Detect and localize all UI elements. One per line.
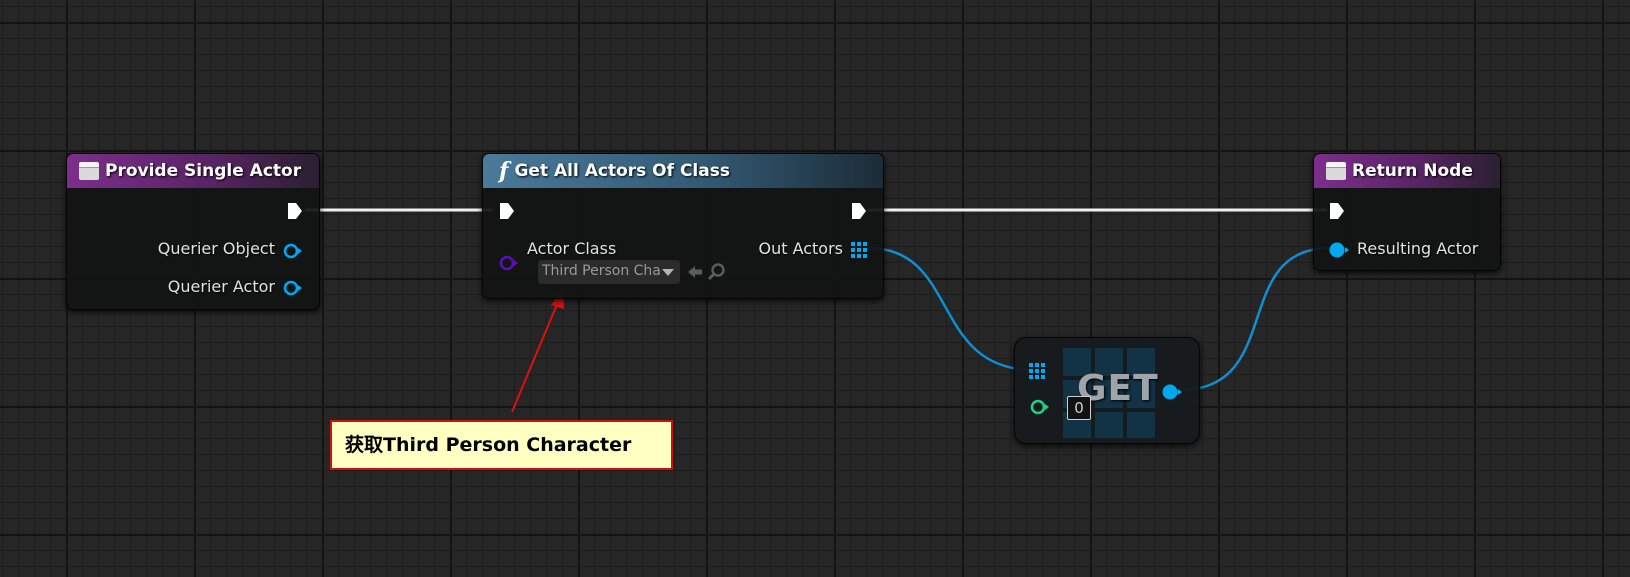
exec-out-pin[interactable] xyxy=(851,202,867,220)
object-wire[interactable] xyxy=(1179,246,1331,392)
querier-object-label: Querier Object xyxy=(157,239,275,258)
get-array-node[interactable]: GET 0 xyxy=(1014,337,1200,444)
querier-actor-pin[interactable] xyxy=(282,279,304,297)
index-input[interactable]: 0 xyxy=(1067,396,1091,420)
annotation-callout: 获取Third Person Character xyxy=(330,420,673,470)
node-header[interactable]: f Get All Actors Of Class xyxy=(483,154,883,188)
browse-search-icon[interactable] xyxy=(707,262,727,282)
provide-single-actor-node[interactable]: Provide Single Actor Querier Object Quer… xyxy=(66,153,320,310)
return-node[interactable]: Return Node Resulting Actor xyxy=(1313,153,1501,271)
out-actors-label: Out Actors xyxy=(758,239,843,258)
resulting-actor-pin[interactable] xyxy=(1328,240,1350,260)
querier-object-pin[interactable] xyxy=(282,242,304,260)
event-icon xyxy=(79,162,99,180)
node-title: Get All Actors Of Class xyxy=(514,161,730,181)
use-selected-arrow-icon[interactable] xyxy=(686,263,704,281)
exec-in-pin[interactable] xyxy=(499,202,515,220)
array-in-pin[interactable] xyxy=(1029,363,1045,379)
node-header[interactable]: Provide Single Actor xyxy=(67,154,319,188)
node-header[interactable]: Return Node xyxy=(1314,154,1500,188)
actor-class-dropdown[interactable]: Third Person Cha xyxy=(538,260,680,284)
get-all-actors-node[interactable]: f Get All Actors Of Class Actor Class Th… xyxy=(482,153,884,299)
array-wire[interactable] xyxy=(867,246,1035,372)
function-icon: f xyxy=(499,158,509,184)
actor-class-pin[interactable] xyxy=(498,254,520,272)
actor-class-value: Third Person Cha xyxy=(542,263,660,279)
node-title: Return Node xyxy=(1352,161,1473,181)
index-pin[interactable] xyxy=(1029,398,1051,416)
resulting-actor-label: Resulting Actor xyxy=(1357,239,1479,258)
actor-class-label: Actor Class xyxy=(527,239,617,258)
exec-out-pin[interactable] xyxy=(287,202,303,220)
exec-in-pin[interactable] xyxy=(1329,202,1345,220)
event-icon xyxy=(1326,162,1346,180)
chevron-down-icon xyxy=(662,269,674,276)
get-output-pin[interactable] xyxy=(1161,382,1183,402)
querier-actor-label: Querier Actor xyxy=(167,277,275,296)
node-title: Provide Single Actor xyxy=(105,161,302,181)
annotation-arrow-shaft xyxy=(511,301,559,413)
out-actors-array-pin[interactable] xyxy=(851,242,867,258)
